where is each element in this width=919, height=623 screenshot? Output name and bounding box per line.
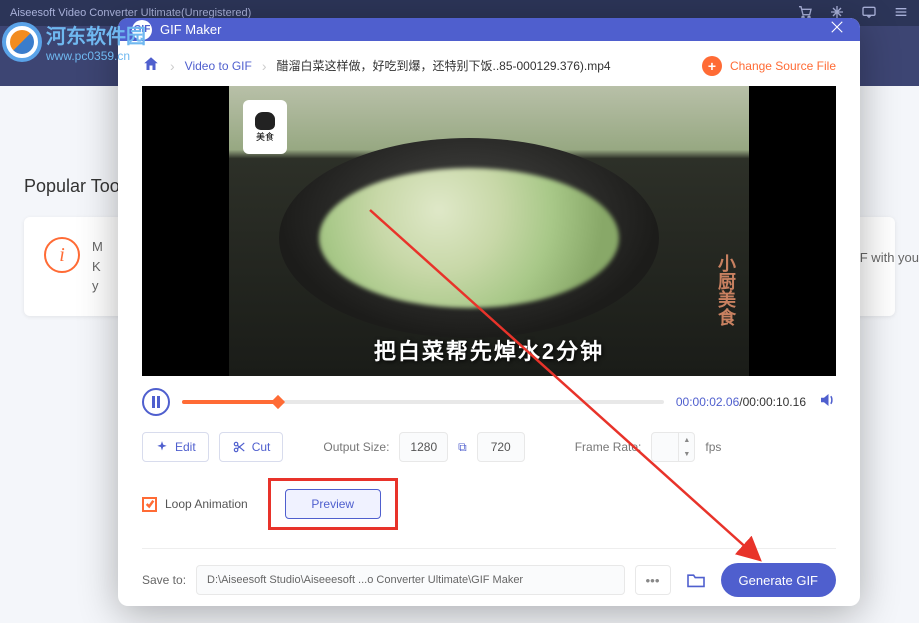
fps-down[interactable]: ▼ xyxy=(679,447,694,461)
breadcrumb-filename: 醋溜白菜这样做，好吃到爆，还特别下饭..85-000129.376).mp4 xyxy=(277,57,611,74)
playback-controls: 00:00:02.06/00:00:10.16 xyxy=(142,388,836,416)
browse-button[interactable]: ••• xyxy=(635,565,671,595)
bg-right-text: F with you xyxy=(860,250,919,265)
cut-button[interactable]: Cut xyxy=(219,432,284,462)
progress-thumb[interactable] xyxy=(271,395,285,409)
gif-maker-modal: GIF GIF Maker › Video to GIF › 醋溜白菜这样做，好… xyxy=(118,18,860,606)
time-display: 00:00:02.06/00:00:10.16 xyxy=(676,395,806,409)
breadcrumb-video-to-gif[interactable]: Video to GIF xyxy=(185,59,252,73)
chevron-right-icon: › xyxy=(170,58,175,74)
output-size-label: Output Size: xyxy=(323,440,389,454)
frame-rate-label: Frame Rate: xyxy=(575,440,642,454)
watermark-cn: 河东软件园 xyxy=(46,20,146,49)
loop-label: Loop Animation xyxy=(165,497,248,511)
chat-icon[interactable] xyxy=(861,4,877,23)
close-button[interactable] xyxy=(828,18,846,41)
divider xyxy=(142,548,836,549)
watermark: 河东软件园 www.pc0359.cn xyxy=(2,20,146,63)
fps-stepper[interactable]: ▲▼ xyxy=(651,432,695,462)
height-field[interactable]: 720 xyxy=(477,432,525,462)
watermark-logo xyxy=(2,22,42,62)
change-source-button[interactable]: + Change Source File xyxy=(702,56,836,76)
video-preview[interactable]: 美食 小厨美食 把白菜帮先焯水2分钟 xyxy=(142,86,836,376)
modal-title: GIF Maker xyxy=(160,22,221,37)
pause-button[interactable] xyxy=(142,388,170,416)
toolbar: Edit Cut Output Size: 1280 ⧉ 720 Frame R… xyxy=(142,432,836,462)
side-badge: 小厨美食 xyxy=(713,254,739,326)
time-current: 00:00:02.06 xyxy=(676,395,739,409)
volume-icon[interactable] xyxy=(818,391,836,414)
breadcrumb: › Video to GIF › 醋溜白菜这样做，好吃到爆，还特别下饭..85-… xyxy=(142,55,836,76)
fps-unit: fps xyxy=(705,440,721,454)
options-row: Loop Animation Preview xyxy=(142,478,836,530)
card-text: M K y xyxy=(92,237,103,296)
loop-checkbox[interactable]: Loop Animation xyxy=(142,497,248,512)
change-source-label: Change Source File xyxy=(730,59,836,73)
preview-button[interactable]: Preview xyxy=(285,489,381,519)
width-field[interactable]: 1280 xyxy=(399,432,448,462)
save-to-label: Save to: xyxy=(142,573,186,587)
plus-icon: + xyxy=(702,56,722,76)
time-total: 00:00:10.16 xyxy=(743,395,806,409)
info-icon: i xyxy=(44,237,80,273)
link-icon[interactable]: ⧉ xyxy=(458,440,467,455)
generate-gif-button[interactable]: Generate GIF xyxy=(721,563,836,597)
modal-header: GIF GIF Maker xyxy=(118,18,860,41)
footer: Save to: D:\Aiseesoft Studio\Aiseeesoft … xyxy=(142,563,836,597)
progress-slider[interactable] xyxy=(182,400,664,404)
open-folder-button[interactable] xyxy=(681,565,711,595)
fps-up[interactable]: ▲ xyxy=(679,433,694,447)
chef-badge: 美食 xyxy=(243,100,287,154)
edit-button[interactable]: Edit xyxy=(142,432,209,462)
checkbox-checked-icon xyxy=(142,497,157,512)
video-caption: 把白菜帮先焯水2分钟 xyxy=(374,334,604,366)
save-path-field[interactable]: D:\Aiseesoft Studio\Aiseeesoft ...o Conv… xyxy=(196,565,624,595)
watermark-url: www.pc0359.cn xyxy=(46,49,146,63)
chevron-right-icon: › xyxy=(262,58,267,74)
menu-icon[interactable] xyxy=(893,4,909,23)
preview-highlight: Preview xyxy=(268,478,398,530)
